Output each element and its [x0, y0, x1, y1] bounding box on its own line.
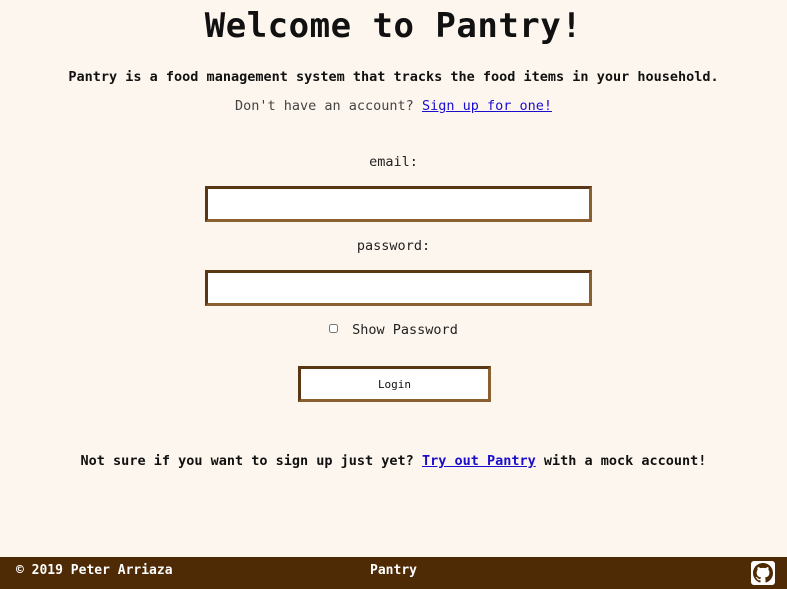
mock-prompt-suffix: with a mock account!: [543, 453, 707, 469]
show-password-row: Show Password: [0, 322, 787, 338]
password-field[interactable]: [205, 270, 592, 306]
email-label: email:: [369, 154, 418, 170]
signup-prompt-text: Don't have an account?: [235, 98, 414, 114]
signup-prompt: Don't have an account? Sign up for one!: [0, 98, 787, 114]
email-field[interactable]: [205, 186, 592, 222]
login-button[interactable]: Login: [298, 366, 491, 402]
password-label: password:: [356, 238, 431, 254]
github-icon[interactable]: [751, 561, 775, 585]
mock-prompt-prefix: Not sure if you want to sign up just yet…: [80, 453, 414, 469]
show-password-label: Show Password: [352, 322, 458, 338]
footer-brand: Pantry: [370, 563, 417, 578]
signup-link[interactable]: Sign up for one!: [422, 98, 552, 114]
page-title: Welcome to Pantry!: [204, 6, 583, 46]
page-subtitle: Pantry is a food management system that …: [68, 69, 719, 85]
try-pantry-link[interactable]: Try out Pantry: [422, 453, 536, 469]
mock-account-prompt: Not sure if you want to sign up just yet…: [0, 453, 787, 469]
footer: © 2019 Peter Arriaza Pantry: [0, 557, 787, 589]
show-password-checkbox[interactable]: [329, 324, 339, 333]
